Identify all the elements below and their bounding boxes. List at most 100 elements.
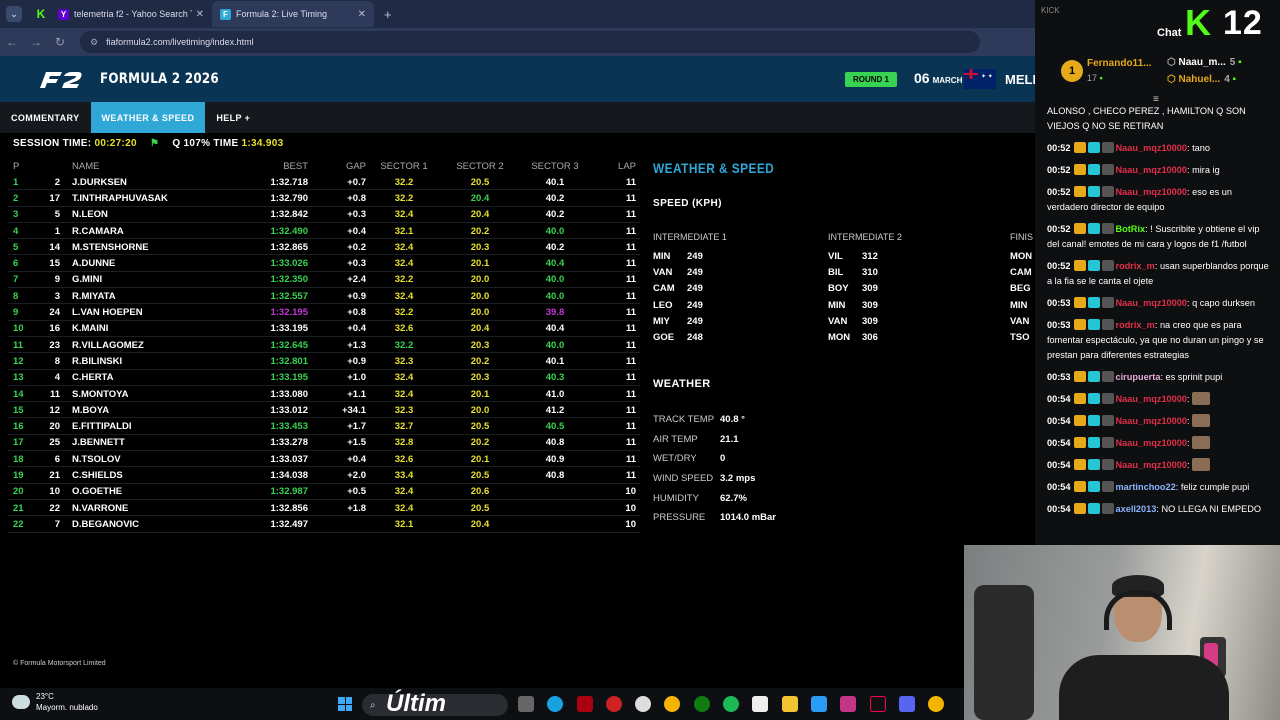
chat-message[interactable]: 00:52 Naau_mqz10000: mira ig <box>1047 163 1273 178</box>
chat-message[interactable]: 00:54 martinchoo22: feliz cumple pupi <box>1047 480 1273 495</box>
table-row[interactable]: 15 12 M.BOYA 1:33.012 +34.1 32.3 20.0 41.2 11 <box>8 402 640 419</box>
chat-message[interactable]: 00:52 rodrix_m: usan superblandos porque … <box>1047 259 1273 289</box>
chat-message[interactable]: 00:53 rodrix_m: na creo que es para fomen… <box>1047 318 1273 363</box>
app-icon[interactable] <box>810 696 827 712</box>
site-info-icon[interactable]: ⚙ <box>90 37 98 48</box>
chat-message[interactable]: 00:54 Naau_mqz10000: <box>1047 458 1273 473</box>
table-row[interactable]: 16 20 E.FITTIPALDI 1:33.453 +1.7 32.7 20.5 40.5… <box>8 418 640 436</box>
message-username[interactable]: Naau_mqz10000 <box>1116 416 1188 426</box>
message-username[interactable]: Naau_mqz10000 <box>1116 165 1188 175</box>
chat-message[interactable]: 00:53 Naau_mqz10000: q capo durksen <box>1047 296 1273 311</box>
xbox-icon[interactable] <box>693 696 710 712</box>
table-row[interactable]: 13 4 C.HERTA 1:33.195 +1.0 32.4 20.3 40.3 11 <box>8 370 640 387</box>
cell-car-number: 14 <box>49 241 60 253</box>
tab-f2-live-timing[interactable]: F Formula 2: Live Timing ✕ <box>212 1 374 27</box>
edge-icon[interactable] <box>547 696 564 712</box>
tiktok-icon[interactable] <box>869 696 886 712</box>
table-row[interactable]: 18 6 N.TSOLOV 1:33.037 +0.4 32.6 20.1 40.9 11 <box>8 451 640 468</box>
chat-message[interactable]: 00:54 Naau_mqz10000: <box>1047 392 1273 407</box>
tab-list-button[interactable]: ⌄ <box>6 6 22 22</box>
message-username[interactable]: axell2013 <box>1116 504 1157 514</box>
forward-icon[interactable]: → <box>24 35 48 49</box>
table-row[interactable]: 10 16 K.MAINI 1:33.195 +0.4 32.6 20.4 40.4 11 <box>8 321 640 338</box>
tab-help[interactable]: HELP + <box>205 102 261 133</box>
table-row[interactable]: 9 24 L.VAN HOEPEN 1:32.195 +0.8 32.2 20.0 39.8 1… <box>8 304 640 321</box>
message-username[interactable]: rodrix_m <box>1116 320 1155 330</box>
reload-icon[interactable]: ↻ <box>48 35 72 49</box>
chat-message[interactable]: 00:54 Naau_mqz10000: <box>1047 414 1273 429</box>
back-icon[interactable]: ← <box>0 35 24 49</box>
folder-icon[interactable] <box>781 696 798 712</box>
message-username[interactable]: Naau_mqz10000 <box>1116 143 1188 153</box>
table-row[interactable]: 1 2 J.DURKSEN 1:32.718 +0.7 32.2 20.5 40.1 11 <box>8 174 640 191</box>
cell-sector-2: 20.5 <box>470 502 490 514</box>
app-icon[interactable] <box>605 696 622 712</box>
table-row[interactable]: 5 14 M.STENSHORNE 1:32.865 +0.2 32.4 20.3 40.2 1… <box>8 239 640 256</box>
cell-driver-name: N.VARRONE <box>72 502 129 514</box>
message-username[interactable]: BotRix <box>1116 224 1146 234</box>
chrome-icon[interactable] <box>664 696 681 712</box>
badge-icon <box>1087 164 1100 175</box>
table-row[interactable]: 20 10 O.GOETHE 1:32.987 +0.5 32.4 20.6 10 <box>8 484 640 501</box>
weather-widget[interactable]: 23°C Mayorm. nublado <box>12 691 98 713</box>
chat-message[interactable]: 00:52 Naau_mqz10000: eso es un verdadero … <box>1047 185 1273 215</box>
chat-message[interactable]: 00:54 axell2013: NO LLEGA NI EMPEDO <box>1047 502 1273 517</box>
table-row[interactable]: 19 21 C.SHIELDS 1:34.038 +2.0 33.4 20.5 40.8 11 <box>8 467 640 484</box>
capcut-icon[interactable] <box>752 696 769 712</box>
table-row[interactable]: 4 1 R.CAMARA 1:32.490 +0.4 32.1 20.2 40.0 11 <box>8 223 640 240</box>
chat-message[interactable]: 00:52 BotRix: ! Suscribite y obtiene el v… <box>1047 222 1273 252</box>
table-row[interactable]: 17 25 J.BENNETT 1:33.278 +1.5 32.8 20.2 40.8 11 <box>8 435 640 452</box>
discord-icon[interactable] <box>898 696 915 712</box>
table-row[interactable]: 14 11 S.MONTOYA 1:33.080 +1.1 32.4 20.1 41.0 11 <box>8 386 640 403</box>
app-icon[interactable] <box>576 696 593 712</box>
chrome-icon[interactable] <box>928 696 945 712</box>
tab-commentary[interactable]: COMMENTARY <box>0 102 91 133</box>
table-row[interactable]: 3 5 N.LEON 1:32.842 +0.3 32.4 20.4 40.2 11 <box>8 207 640 224</box>
table-row[interactable]: 6 15 A.DUNNE 1:33.026 +0.3 32.4 20.1 40.4 11 <box>8 255 640 273</box>
kick-pinned-tab[interactable]: K <box>32 5 50 23</box>
tab-yahoo-search[interactable]: Y telemetria f2 - Yahoo Search Tu ✕ <box>50 1 212 27</box>
message-username[interactable]: Naau_mqz10000 <box>1116 438 1188 448</box>
spotify-icon[interactable] <box>723 696 740 712</box>
url-input[interactable]: ⚙ fiaformula2.com/livetiming/index.html <box>80 31 980 53</box>
instagram-icon[interactable] <box>840 696 857 712</box>
f2-logo[interactable] <box>36 66 86 92</box>
badge-icon <box>1101 142 1114 153</box>
chat-message[interactable]: 00:53 cirupuerta: es sprinit pupi <box>1047 370 1273 385</box>
table-row[interactable]: 21 22 N.VARRONE 1:32.856 +1.8 32.4 20.5 10 <box>8 500 640 517</box>
table-row[interactable]: 2 17 T.INTHRAPHUVASAK 1:32.790 +0.8 32.2 20.4 4… <box>8 190 640 207</box>
table-row[interactable]: 12 8 R.BILINSKI 1:32.801 +0.9 32.3 20.2 40.1 11 <box>8 353 640 370</box>
overlay-text: Últim <box>386 690 446 717</box>
message-username[interactable]: Naau_mqz10000 <box>1116 394 1188 404</box>
new-tab-icon[interactable]: + <box>384 7 392 22</box>
gifter-2[interactable]: ⬡ Naau_m... 5 ▪ <box>1167 57 1242 68</box>
weather-row: PRESSURE 1014.0 mBar <box>653 508 776 528</box>
table-row[interactable]: 22 7 D.BEGANOVIC 1:32.497 32.1 20.4 10 <box>8 516 640 533</box>
timing-table: P NAME BEST GAP SECTOR 1 SECTOR 2 SECTOR… <box>8 160 640 533</box>
chat-message[interactable]: ALONSO , CHECO PEREZ , HAMILTON Q SON VI… <box>1047 104 1273 134</box>
cell-position: 4 <box>13 225 19 237</box>
top-gifter-name[interactable]: Fernando11... <box>1087 58 1151 69</box>
weather-condition: Mayorm. nublado <box>36 703 98 712</box>
tab-weather-speed[interactable]: WEATHER & SPEED <box>90 102 206 133</box>
close-tab-icon[interactable]: ✕ <box>358 9 366 20</box>
close-tab-icon[interactable]: ✕ <box>196 9 204 20</box>
message-username[interactable]: cirupuerta <box>1116 372 1161 382</box>
cell-position: 14 <box>13 388 24 400</box>
message-username[interactable]: Naau_mqz10000 <box>1116 187 1188 197</box>
start-icon[interactable] <box>338 697 352 711</box>
app-icon[interactable] <box>635 696 652 712</box>
table-row[interactable]: 7 9 G.MINI 1:32.350 +2.4 32.2 20.0 40.0 11 <box>8 272 640 289</box>
file-explorer-icon[interactable] <box>518 696 534 712</box>
message-username[interactable]: Naau_mqz10000 <box>1116 460 1188 470</box>
cell-sector-1: 32.4 <box>394 486 414 498</box>
message-username[interactable]: rodrix_m <box>1116 261 1155 271</box>
cell-driver-name: L.VAN HOEPEN <box>72 307 143 319</box>
chat-message[interactable]: 00:54 Naau_mqz10000: <box>1047 436 1273 451</box>
chat-message[interactable]: 00:52 Naau_mqz10000: tano <box>1047 141 1273 156</box>
table-row[interactable]: 8 3 R.MIYATA 1:32.557 +0.9 32.4 20.0 40.0 11 <box>8 288 640 305</box>
table-row[interactable]: 11 23 R.VILLAGOMEZ 1:32.645 +1.3 32.2 20.3 40.0… <box>8 337 640 354</box>
gifter-3[interactable]: ⬡ Nahuel... 4 ▪ <box>1167 74 1236 85</box>
message-username[interactable]: Naau_mqz10000 <box>1116 298 1188 308</box>
message-username[interactable]: martinchoo22 <box>1116 482 1176 492</box>
